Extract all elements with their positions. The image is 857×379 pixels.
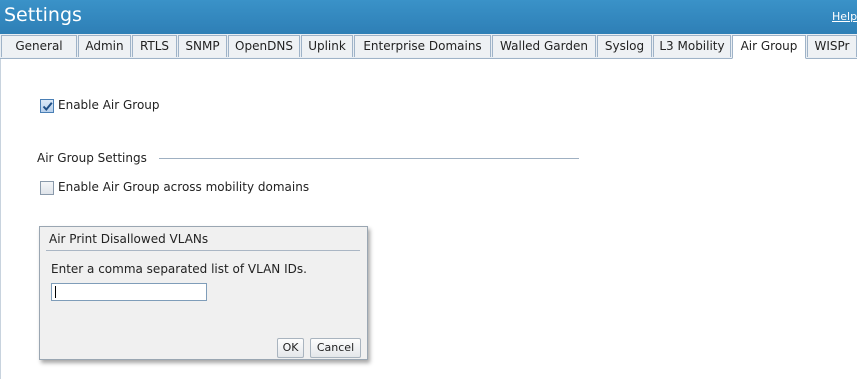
tab-opendns[interactable]: OpenDNS — [228, 35, 300, 57]
vlan-ids-input[interactable] — [51, 283, 207, 301]
enable-air-group-checkbox[interactable] — [40, 99, 54, 113]
dialog-title: Air Print Disallowed VLANs — [49, 232, 209, 246]
section-divider — [159, 158, 579, 159]
ok-button[interactable]: OK — [277, 338, 304, 358]
settings-tab-bar: General Admin RTLS SNMP OpenDNS Uplink E… — [0, 34, 857, 59]
dialog-divider — [46, 250, 360, 251]
air-group-panel: Enable Air Group Air Group Settings Enab… — [0, 59, 857, 379]
tab-snmp[interactable]: SNMP — [178, 35, 227, 57]
page-title: Settings — [4, 4, 82, 26]
mobility-domains-label: Enable Air Group across mobility domains — [58, 180, 310, 194]
tab-admin[interactable]: Admin — [78, 35, 131, 57]
enable-air-group-label: Enable Air Group — [58, 98, 160, 112]
tab-l3-mobility[interactable]: L3 Mobility — [653, 35, 731, 57]
tab-general[interactable]: General — [1, 35, 77, 57]
tab-enterprise-domains[interactable]: Enterprise Domains — [354, 35, 491, 57]
tab-air-group[interactable]: Air Group — [732, 35, 806, 59]
help-link[interactable]: Help — [832, 10, 857, 23]
settings-header: Settings Help — [0, 0, 857, 34]
mobility-domains-checkbox[interactable] — [40, 181, 54, 195]
tab-syslog[interactable]: Syslog — [597, 35, 652, 57]
checkmark-icon — [42, 102, 53, 112]
cancel-button[interactable]: Cancel — [310, 338, 361, 358]
tab-walled-garden[interactable]: Walled Garden — [492, 35, 596, 57]
tab-uplink[interactable]: Uplink — [301, 35, 353, 57]
tab-wispr[interactable]: WISPr — [807, 35, 857, 57]
text-cursor — [55, 286, 56, 298]
air-group-settings-heading: Air Group Settings — [37, 151, 147, 165]
dialog-message: Enter a comma separated list of VLAN IDs… — [51, 262, 307, 276]
tab-rtls[interactable]: RTLS — [132, 35, 177, 57]
air-print-vlans-dialog: Air Print Disallowed VLANs Enter a comma… — [39, 226, 368, 360]
